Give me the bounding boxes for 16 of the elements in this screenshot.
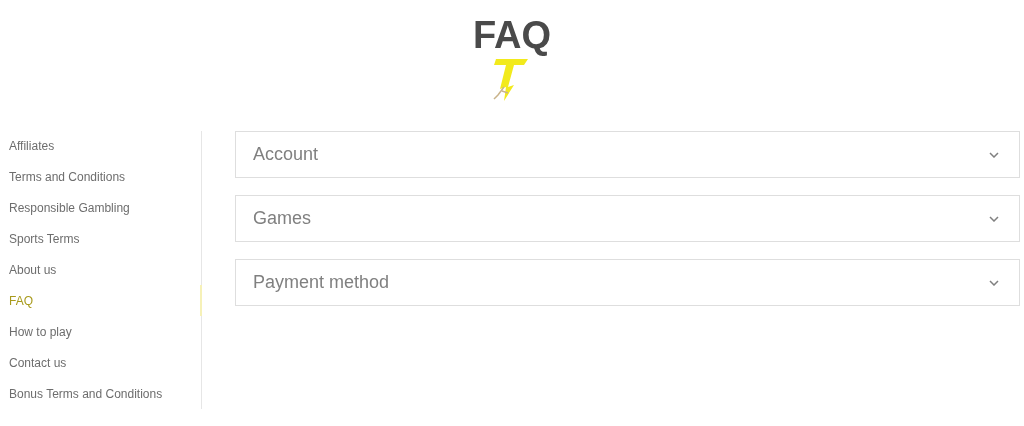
sidebar-link[interactable]: FAQ [0, 285, 202, 317]
sidebar-link[interactable]: Responsible Gambling [0, 192, 202, 224]
sidebar-link[interactable]: Affiliates [0, 131, 202, 162]
accordion-header[interactable]: Payment method [235, 259, 1020, 306]
sidebar-link[interactable]: Bonus Terms and Conditions [0, 378, 202, 409]
sidebar-link[interactable]: How to play [0, 316, 202, 348]
sidebar-link[interactable]: Sports Terms [0, 223, 202, 255]
sidebar-link[interactable]: About us [0, 254, 202, 286]
chevron-icon [989, 279, 999, 286]
sidebar-link[interactable]: Contact us [0, 347, 202, 379]
accordion-header[interactable]: Games [235, 195, 1020, 242]
chevron-icon [989, 151, 999, 158]
accordion-header[interactable]: Account [235, 131, 1020, 178]
page-title: FAQ [472, 14, 552, 56]
chevron-icon [989, 215, 999, 222]
sidebar-link[interactable]: Terms and Conditions [0, 161, 202, 193]
